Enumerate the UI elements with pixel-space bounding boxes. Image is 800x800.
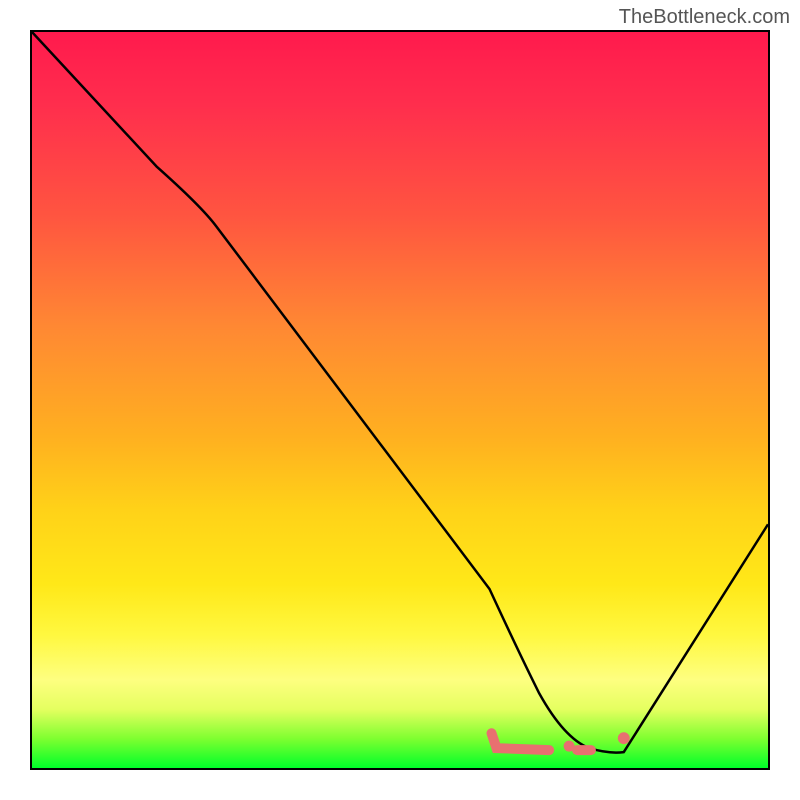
bottleneck-curve — [32, 32, 768, 753]
watermark-text: TheBottleneck.com — [619, 6, 790, 29]
optimal-range-marker — [492, 733, 550, 750]
marker-dot-2 — [618, 732, 630, 744]
chart-container — [30, 30, 770, 770]
chart-svg — [32, 32, 768, 768]
